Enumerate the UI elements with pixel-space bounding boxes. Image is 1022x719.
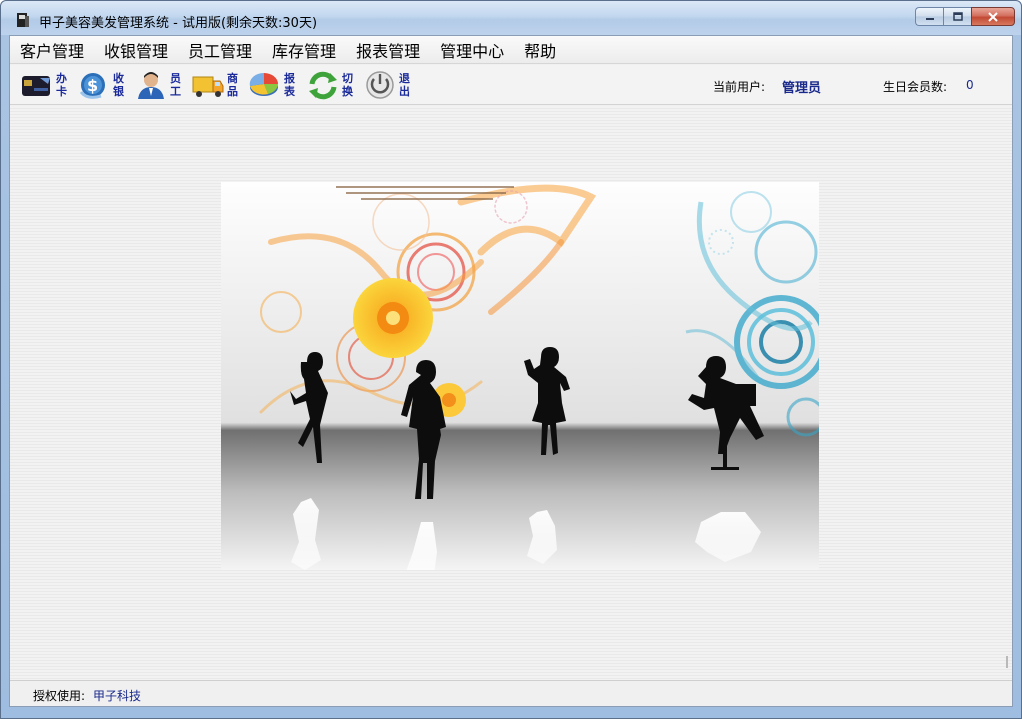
report-pie-icon bbox=[249, 72, 278, 96]
exit-button[interactable]: 退出 bbox=[363, 69, 413, 101]
issue-card-label-2: 卡 bbox=[56, 85, 67, 98]
salon-banner-illustration bbox=[221, 182, 819, 570]
menu-report[interactable]: 报表管理 bbox=[356, 38, 420, 62]
menu-admin[interactable]: 管理中心 bbox=[440, 38, 504, 62]
exit-label-2: 出 bbox=[399, 85, 410, 98]
employee-label-2: 工 bbox=[170, 85, 181, 98]
switch-user-button[interactable]: 切换 bbox=[306, 69, 356, 101]
toolbar: 办卡 $ 收银 员工 商 品 报 表 切 换 退 出 当前用户: 管理员 生日会… bbox=[10, 65, 1012, 105]
employee-icon bbox=[138, 72, 164, 99]
maximize-icon bbox=[952, 12, 963, 21]
goods-truck-icon bbox=[192, 76, 224, 97]
goods-button[interactable]: 商品 bbox=[191, 69, 241, 101]
membership-card-icon bbox=[22, 76, 50, 96]
window-title: 甲子美容美发管理系统 - 试用版(剩余天数:30天) bbox=[39, 16, 318, 31]
menu-inventory[interactable]: 库存管理 bbox=[272, 38, 336, 62]
switch-label-1: 切 bbox=[342, 72, 353, 85]
switch-label-2: 换 bbox=[342, 85, 353, 98]
workspace-area bbox=[10, 106, 1012, 680]
menu-cashier[interactable]: 收银管理 bbox=[104, 38, 168, 62]
cashier-label-2: 银 bbox=[113, 85, 124, 98]
app-window: 甲子美容美发管理系统 - 试用版(剩余天数:30天) 客户管理 收银管理 员工管… bbox=[0, 0, 1022, 719]
minimize-button[interactable] bbox=[915, 7, 943, 26]
resize-grip[interactable] bbox=[1006, 656, 1008, 668]
svg-text:$: $ bbox=[87, 76, 98, 95]
employee-button[interactable]: 员工 bbox=[134, 69, 184, 101]
license-label: 授权使用: bbox=[33, 689, 86, 703]
menu-employee[interactable]: 员工管理 bbox=[188, 38, 252, 62]
goods-label-1: 商 bbox=[227, 72, 238, 85]
exit-power-icon bbox=[366, 71, 394, 99]
menu-customer[interactable]: 客户管理 bbox=[20, 38, 84, 62]
menu-bar: 客户管理 收银管理 员工管理 库存管理 报表管理 管理中心 帮助 bbox=[10, 36, 1012, 64]
main-client-area: 客户管理 收银管理 员工管理 库存管理 报表管理 管理中心 帮助 办卡 $ 收 … bbox=[9, 35, 1013, 707]
report-button[interactable]: 报表 bbox=[248, 69, 298, 101]
app-icon bbox=[17, 13, 29, 27]
cashier-button[interactable]: $ 收银 bbox=[77, 69, 127, 101]
switch-icon bbox=[309, 71, 337, 100]
goods-label-2: 品 bbox=[227, 85, 238, 98]
birthday-members-label: 生日会员数: bbox=[883, 80, 948, 94]
close-button[interactable] bbox=[971, 7, 1015, 26]
license-value: 甲子科技 bbox=[93, 689, 142, 703]
issue-card-button[interactable]: 办卡 bbox=[20, 69, 70, 101]
report-label-1: 报 bbox=[284, 72, 295, 85]
window-controls bbox=[915, 7, 1015, 27]
title-bar[interactable]: 甲子美容美发管理系统 - 试用版(剩余天数:30天) bbox=[1, 1, 1021, 35]
report-label-2: 表 bbox=[284, 85, 295, 98]
issue-card-label-1: 办 bbox=[56, 72, 67, 85]
exit-label-1: 退 bbox=[399, 72, 410, 85]
status-bar: 授权使用: 甲子科技 bbox=[10, 680, 1012, 706]
current-user-label: 当前用户: bbox=[713, 80, 766, 94]
current-user-value: 管理员 bbox=[782, 81, 822, 96]
minimize-icon bbox=[925, 17, 934, 20]
employee-label-1: 员 bbox=[170, 72, 181, 85]
cashier-label-1: 收 bbox=[113, 72, 124, 85]
cashier-icon: $ bbox=[79, 73, 105, 99]
maximize-button[interactable] bbox=[943, 7, 971, 26]
menu-help[interactable]: 帮助 bbox=[524, 38, 556, 62]
birthday-members-count[interactable]: 0 bbox=[966, 78, 974, 92]
close-icon bbox=[988, 11, 998, 22]
